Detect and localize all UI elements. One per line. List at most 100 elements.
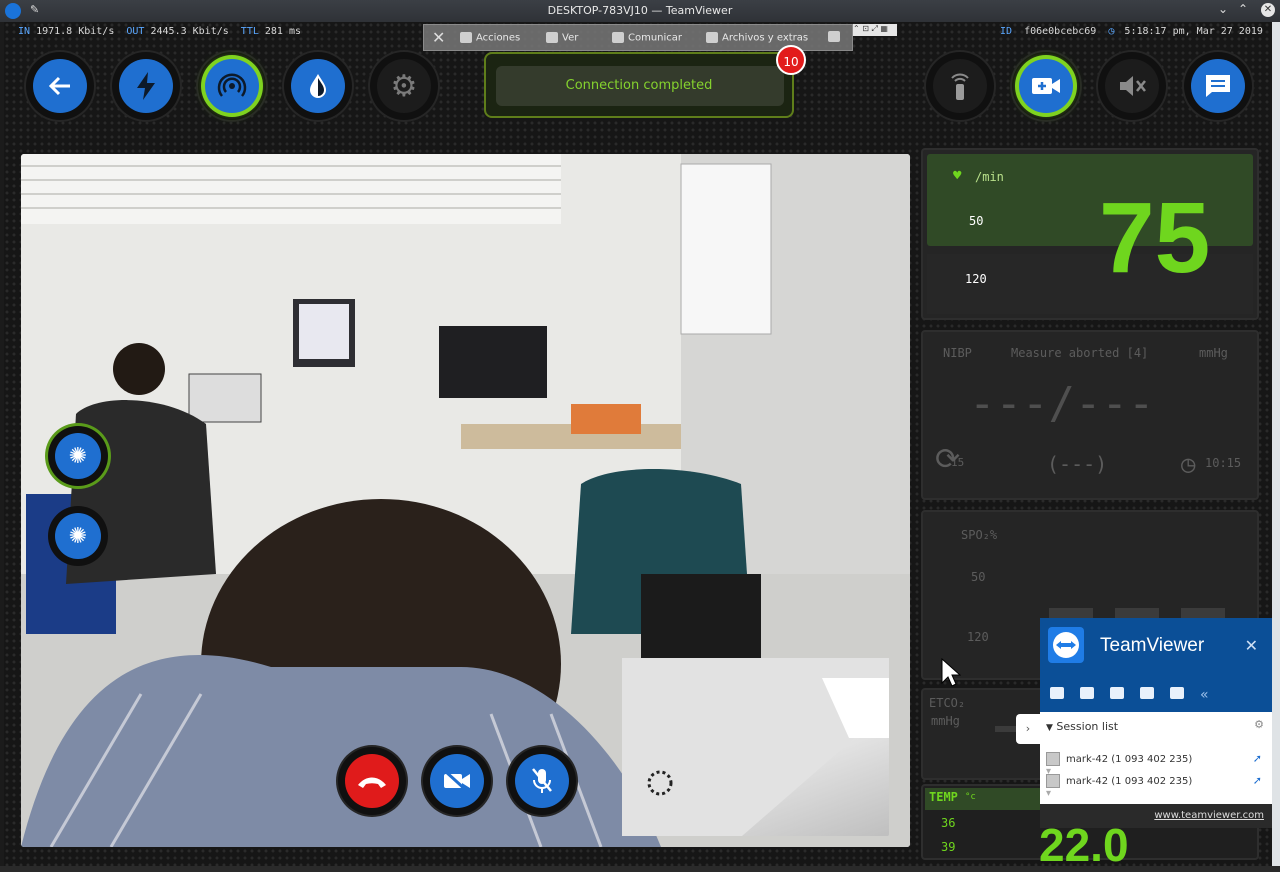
bandwidth-status: IN 1971.8 Kbit/s OUT 2445.3 Kbit/s TTL 2… bbox=[18, 26, 302, 37]
file-icon bbox=[706, 32, 718, 43]
drop-icon bbox=[310, 74, 326, 98]
temp-low-limit: 36 bbox=[941, 816, 956, 830]
back-arrow-icon bbox=[48, 76, 70, 96]
bolt-icon bbox=[137, 72, 155, 100]
nibp-reading: ---/--- bbox=[969, 378, 1155, 429]
toolbar-actions[interactable]: Acciones bbox=[460, 32, 520, 44]
user-icon bbox=[1046, 752, 1060, 766]
self-view[interactable] bbox=[622, 658, 889, 836]
broadcast-icon bbox=[217, 73, 247, 97]
gear-icon: ⚙ bbox=[390, 68, 418, 104]
session-item[interactable]: mark-42 (1 093 402 235) ▾ bbox=[1046, 774, 1200, 799]
drop-button[interactable] bbox=[284, 52, 352, 120]
hr-low-limit: 50 bbox=[969, 214, 984, 228]
toolbar-screen-icon[interactable] bbox=[828, 31, 844, 43]
nibp-map: (---) bbox=[1047, 452, 1108, 476]
aperture-icon: ✺ bbox=[68, 443, 88, 469]
temp-high-limit: 39 bbox=[941, 840, 956, 854]
camera-switch-button-2[interactable]: ✺ bbox=[48, 506, 108, 566]
tools-icon[interactable] bbox=[1170, 687, 1184, 699]
mic-off-button[interactable] bbox=[508, 747, 576, 815]
spo2-low-limit: 50 bbox=[971, 570, 986, 584]
host-desktop-edge bbox=[1272, 22, 1280, 872]
broadcast-button[interactable] bbox=[198, 52, 266, 120]
mic-off-icon bbox=[532, 768, 552, 793]
headset-icon[interactable] bbox=[1080, 687, 1094, 699]
temp-label: TEMP bbox=[929, 790, 958, 804]
remote-icon bbox=[951, 73, 969, 100]
mouse-cursor-icon bbox=[941, 658, 961, 687]
bolt-icon bbox=[460, 32, 472, 43]
chat-icon bbox=[1206, 75, 1230, 97]
session-list-actions: ⚙ ➚ ➚ bbox=[1200, 712, 1272, 804]
mute-button[interactable] bbox=[1098, 52, 1166, 120]
timer-icon: ◷ bbox=[1181, 450, 1196, 478]
widget-close-icon[interactable]: ✕ bbox=[1245, 636, 1258, 655]
toolbar-close-icon[interactable]: ✕ bbox=[432, 28, 445, 47]
hang-up-button[interactable] bbox=[338, 747, 406, 815]
settings-button[interactable]: ⚙ bbox=[370, 52, 438, 120]
nibp-unit: mmHg bbox=[1199, 346, 1228, 360]
toolbar-files-extras[interactable]: Archivos y extras bbox=[706, 32, 808, 44]
temp-unit: °c bbox=[965, 792, 976, 802]
teamviewer-logo-icon bbox=[1048, 627, 1084, 663]
maximize-chevron-icon[interactable]: ⌃ bbox=[1238, 2, 1248, 16]
session-id-status: ID f06e0bcebc69 ◷ 5:18:17 pm, Mar 27 201… bbox=[1000, 26, 1263, 37]
hr-value: 75 bbox=[1099, 182, 1211, 294]
settings-gear-icon[interactable]: ⚙ bbox=[1254, 718, 1264, 731]
remote-control-button[interactable] bbox=[926, 52, 994, 120]
heart-icon: ♥ bbox=[953, 168, 962, 184]
files-icon[interactable] bbox=[1140, 687, 1154, 699]
title-bar: ✎ DESKTOP-783VJ10 — TeamViewer ⌄ ⌃ ✕ bbox=[0, 0, 1280, 22]
teamviewer-widget: TeamViewer ✕ « ▼ Session list mark-42 (1… bbox=[1016, 618, 1272, 828]
chat-button[interactable] bbox=[1184, 52, 1252, 120]
video-icon[interactable] bbox=[1050, 687, 1064, 699]
toolbar-minimize-controls[interactable]: ⌃ ⊡ ⤢ ▦ bbox=[853, 24, 897, 36]
mute-icon bbox=[1120, 76, 1146, 96]
video-off-icon bbox=[443, 769, 470, 793]
nibp-label: NIBP bbox=[943, 346, 972, 360]
connection-status-box: Connection completed bbox=[484, 52, 794, 118]
temp-value: 22.0 bbox=[1039, 819, 1129, 871]
session-list-header[interactable]: ▼ Session list bbox=[1046, 720, 1118, 733]
etco2-unit: mmHg bbox=[931, 714, 960, 728]
widget-toolbar: « bbox=[1050, 684, 1230, 703]
hr-high-limit: 120 bbox=[965, 272, 987, 286]
expand-side-icon[interactable]: › bbox=[1016, 714, 1040, 744]
back-button[interactable] bbox=[26, 52, 94, 120]
spo2-label: SPO₂% bbox=[961, 528, 998, 542]
self-view-image bbox=[622, 658, 889, 836]
teamviewer-brand: TeamViewer bbox=[1100, 635, 1205, 656]
video-call-button[interactable] bbox=[1012, 52, 1080, 120]
connect-arrow-icon[interactable]: ➚ bbox=[1253, 752, 1262, 765]
aperture-icon: ✺ bbox=[68, 523, 88, 549]
teamviewer-link[interactable]: www.teamviewer.com bbox=[1154, 810, 1264, 821]
toolbar-communicate[interactable]: Comunicar bbox=[612, 32, 682, 44]
flash-button[interactable] bbox=[112, 52, 180, 120]
connection-status-text: Connection completed bbox=[565, 78, 713, 93]
nibp-interval: 15 bbox=[951, 456, 965, 469]
nibp-panel: NIBP Measure aborted [4] mmHg ---/--- ⟳ … bbox=[921, 330, 1259, 500]
video-off-button[interactable] bbox=[423, 747, 491, 815]
monitor-icon bbox=[546, 32, 558, 43]
spo2-high-limit: 120 bbox=[967, 630, 989, 644]
connect-arrow-icon[interactable]: ➚ bbox=[1253, 774, 1262, 787]
toolbar-view[interactable]: Ver bbox=[546, 32, 578, 44]
phone-hangup-icon bbox=[358, 777, 386, 788]
etco2-label: ETCO₂ bbox=[929, 696, 966, 710]
chat-icon bbox=[612, 32, 624, 43]
video-call-icon bbox=[1032, 78, 1060, 94]
notification-badge[interactable]: 10 bbox=[776, 45, 806, 75]
clock-icon: ◷ bbox=[1108, 26, 1115, 37]
window-title: DESKTOP-783VJ10 — TeamViewer bbox=[547, 4, 733, 17]
user-icon bbox=[1046, 774, 1060, 788]
nibp-status: Measure aborted [4] bbox=[1011, 346, 1149, 360]
close-icon[interactable]: ✕ bbox=[1261, 3, 1275, 17]
minimize-chevron-icon[interactable]: ⌄ bbox=[1218, 2, 1228, 16]
collapse-icon[interactable]: « bbox=[1200, 688, 1214, 702]
camera-switch-button-1[interactable]: ✺ bbox=[48, 426, 108, 486]
heart-rate-panel: ♥ /min 50 120 75 bbox=[921, 148, 1259, 320]
hr-unit: /min bbox=[975, 170, 1004, 184]
nibp-time: 10:15 bbox=[1205, 456, 1242, 470]
chat-icon[interactable] bbox=[1110, 687, 1124, 699]
